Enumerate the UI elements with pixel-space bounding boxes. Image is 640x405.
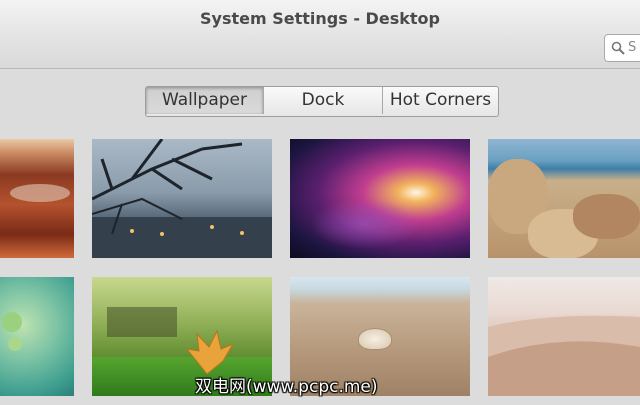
wallpaper-thumbnail-nebula[interactable]: [290, 139, 470, 258]
search-input[interactable]: S: [604, 34, 640, 62]
watermark-text: 双电网(www.pcpc.me): [195, 377, 378, 397]
dunes-image: [488, 315, 640, 396]
wallpaper-thumbnail-green-bokeh[interactable]: [0, 277, 74, 396]
wallpaper-thumbnail-winter-city[interactable]: [92, 139, 272, 258]
tab-hot-corners[interactable]: Hot Corners: [382, 87, 498, 114]
winter-city-image: [92, 139, 272, 258]
tab-dock[interactable]: Dock: [263, 87, 382, 114]
search-placeholder: S: [628, 40, 637, 55]
search-icon: [611, 41, 625, 55]
window-titlebar: System Settings - Desktop S: [0, 0, 640, 69]
tab-wallpaper[interactable]: Wallpaper: [146, 87, 263, 114]
wallpaper-thumbnail-rocky-shore[interactable]: [488, 139, 640, 258]
wallpaper-thumbnail-red-canyon[interactable]: [0, 139, 74, 258]
window-title: System Settings - Desktop: [200, 9, 440, 28]
wallpaper-thumbnail-desert-dunes[interactable]: [488, 277, 640, 396]
tab-bar: Wallpaper Dock Hot Corners: [145, 86, 499, 117]
